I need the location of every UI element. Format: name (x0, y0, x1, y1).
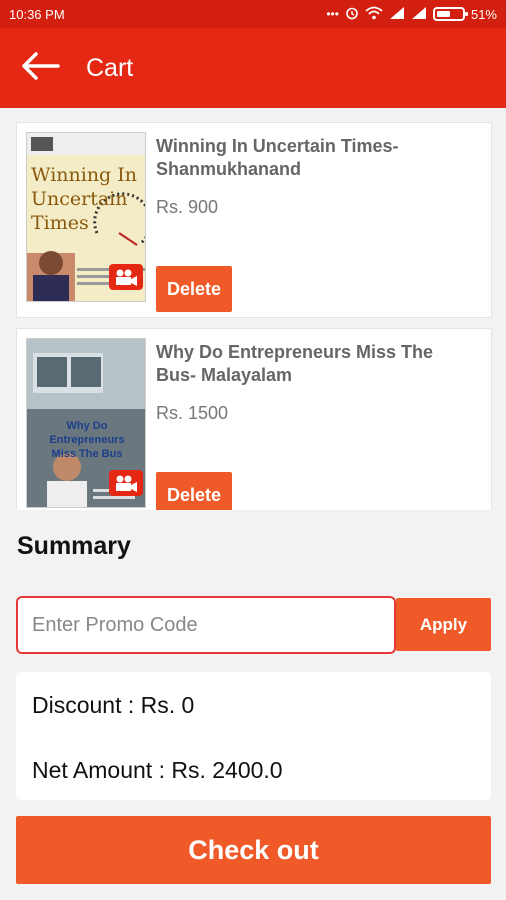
item-price: Rs. 900 (156, 197, 219, 217)
more-dots-icon: ••• (326, 7, 339, 21)
cart-item: Winning In Uncertain Times Winning In Un… (16, 122, 492, 318)
item-title[interactable]: Winning In Uncertain Times- Shanmukhanan… (156, 135, 476, 181)
cart-item: Why Do Entrepreneurs Miss The Bus Why Do… (16, 328, 492, 510)
status-bar: 10:36 PM ••• 51% (0, 0, 506, 28)
delete-button[interactable]: Delete (156, 472, 232, 510)
page-title: Cart (86, 53, 134, 82)
alarm-icon (345, 6, 359, 23)
cover-title: Winning In Uncertain Times (31, 164, 138, 234)
app-bar: Cart (0, 28, 506, 108)
cover-title: Why Do Entrepreneurs Miss The Bus (49, 420, 125, 460)
summary-title: Summary (17, 532, 131, 560)
item-price: Rs. 1500 (156, 403, 229, 423)
item-title[interactable]: Why Do Entrepreneurs Miss The Bus- Malay… (156, 341, 476, 387)
battery-text: 51% (470, 6, 497, 22)
apply-button[interactable]: Apply (396, 598, 491, 651)
cart-list[interactable]: Winning In Uncertain Times Winning In Un… (0, 108, 506, 510)
discount-text: Discount : Rs. 0 (32, 692, 195, 718)
battery-icon (432, 7, 468, 21)
signal-icon (411, 6, 427, 23)
arrow-left-icon (20, 51, 60, 86)
totals-panel: Discount : Rs. 0 Net Amount : Rs. 2400.0 (16, 672, 491, 800)
video-camera-icon (109, 470, 143, 501)
net-amount-text: Net Amount : Rs. 2400.0 (32, 757, 283, 783)
promo-code-input[interactable] (16, 596, 396, 654)
delete-button[interactable]: Delete (156, 266, 232, 312)
product-thumbnail[interactable]: Winning In Uncertain Times (26, 132, 146, 302)
product-thumbnail[interactable]: Why Do Entrepreneurs Miss The Bus (26, 338, 146, 508)
video-camera-icon (109, 264, 143, 295)
wifi-icon (365, 6, 383, 23)
back-button[interactable] (0, 28, 80, 108)
checkout-button[interactable]: Check out (16, 816, 491, 884)
status-icons: ••• 51% (326, 6, 497, 23)
status-time: 10:36 PM (9, 6, 65, 22)
signal-icon (389, 6, 405, 23)
